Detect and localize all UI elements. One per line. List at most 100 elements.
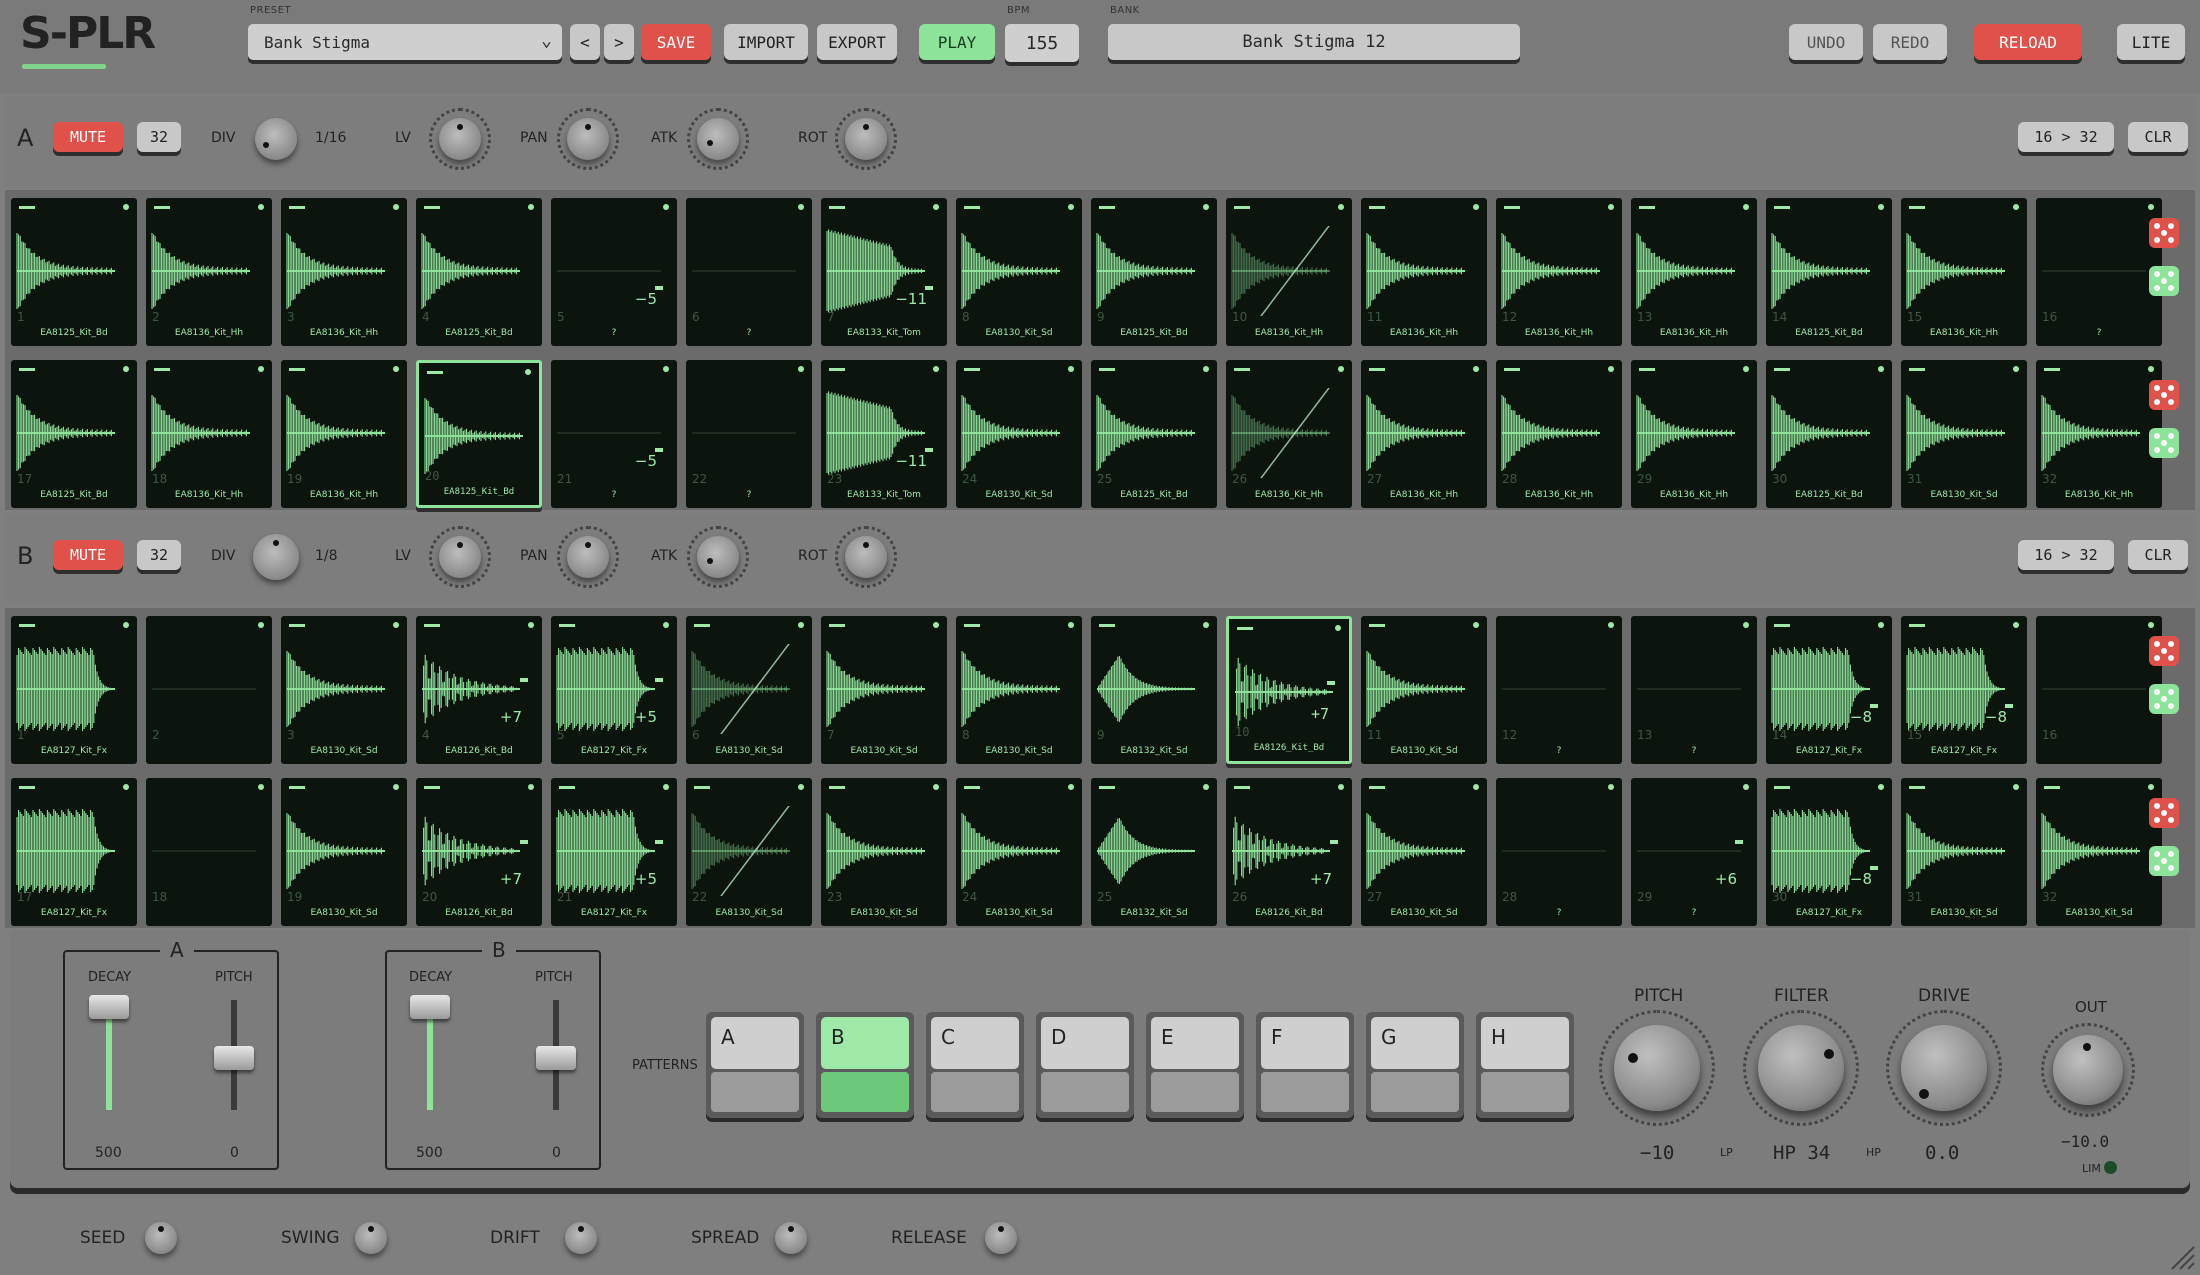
pattern-button-b[interactable]: B <box>816 1012 914 1118</box>
track-a-atk-knob[interactable] <box>697 118 739 160</box>
step-cell[interactable]: 4 EA8125_Kit_Bd <box>416 198 542 346</box>
step-cell[interactable]: 2 <box>146 616 272 764</box>
step-cell[interactable]: 10 +7 EA8126_Kit_Bd <box>1226 616 1352 764</box>
track-b-rot-knob[interactable] <box>845 536 887 578</box>
step-cell[interactable]: 13? <box>1631 616 1757 764</box>
step-cell[interactable]: 31 EA8130_Kit_Sd <box>1901 778 2027 926</box>
step-cell[interactable]: 7 EA8130_Kit_Sd <box>821 616 947 764</box>
step-cell[interactable]: 13 EA8136_Kit_Hh <box>1631 198 1757 346</box>
track-b-lv-knob[interactable] <box>439 536 481 578</box>
pattern-button-g[interactable]: G <box>1366 1012 1464 1118</box>
step-cell[interactable]: 27 EA8130_Kit_Sd <box>1361 778 1487 926</box>
track-b-clear-button[interactable]: CLR <box>2128 540 2188 570</box>
master-drive-knob[interactable] <box>1901 1025 1987 1111</box>
step-cell[interactable]: 4 +7 EA8126_Kit_Bd <box>416 616 542 764</box>
step-cell[interactable]: 19 EA8130_Kit_Sd <box>281 778 407 926</box>
step-cell[interactable]: 29 +6? <box>1631 778 1757 926</box>
play-button[interactable]: PLAY <box>919 24 995 60</box>
step-cell[interactable]: 20 +7 EA8126_Kit_Bd <box>416 778 542 926</box>
step-cell[interactable]: 24 EA8130_Kit_Sd <box>956 360 1082 508</box>
step-cell[interactable]: 20 EA8125_Kit_Bd <box>416 360 542 508</box>
pattern-button-h[interactable]: H <box>1476 1012 1574 1118</box>
step-cell[interactable]: 2 EA8136_Kit_Hh <box>146 198 272 346</box>
step-cell[interactable]: 32 EA8136_Kit_Hh <box>2036 360 2162 508</box>
step-cell[interactable]: 22? <box>686 360 812 508</box>
track-b-steps-button[interactable]: 32 <box>137 540 181 570</box>
step-cell[interactable]: 7 −11 EA8133_Kit_Tom <box>821 198 947 346</box>
track-a-pan-knob[interactable] <box>567 118 609 160</box>
export-button[interactable]: EXPORT <box>817 24 897 60</box>
track-a-lv-knob[interactable] <box>439 118 481 160</box>
master-pitch-knob[interactable] <box>1614 1025 1700 1111</box>
pattern-button-a[interactable]: A <box>706 1012 804 1118</box>
redo-button[interactable]: REDO <box>1873 24 1947 60</box>
next-preset-button[interactable]: > <box>604 24 634 60</box>
step-cell[interactable]: 21 −5? <box>551 360 677 508</box>
step-cell[interactable]: 30 EA8125_Kit_Bd <box>1766 360 1892 508</box>
step-cell[interactable]: 25 EA8132_Kit_Sd <box>1091 778 1217 926</box>
step-cell[interactable]: 29 EA8136_Kit_Hh <box>1631 360 1757 508</box>
seed-knob[interactable] <box>145 1222 177 1254</box>
randomize-die-icon[interactable] <box>2149 380 2179 410</box>
undo-button[interactable]: UNDO <box>1789 24 1863 60</box>
lite-button[interactable]: LITE <box>2117 24 2185 60</box>
randomize-die-icon[interactable] <box>2149 798 2179 828</box>
step-cell[interactable]: 31 EA8130_Kit_Sd <box>1901 360 2027 508</box>
step-cell[interactable]: 12? <box>1496 616 1622 764</box>
step-cell[interactable]: 30 −8 EA8127_Kit_Fx <box>1766 778 1892 926</box>
randomize-die-icon[interactable] <box>2149 218 2179 248</box>
envelope-a-decay-handle[interactable] <box>89 995 129 1019</box>
step-cell[interactable]: 15 EA8136_Kit_Hh <box>1901 198 2027 346</box>
swing-knob[interactable] <box>355 1222 387 1254</box>
randomize-soft-die-icon[interactable] <box>2149 266 2179 296</box>
pattern-button-f[interactable]: F <box>1256 1012 1354 1118</box>
resize-grip-icon[interactable] <box>2168 1243 2196 1271</box>
prev-preset-button[interactable]: < <box>570 24 600 60</box>
import-button[interactable]: IMPORT <box>724 24 808 60</box>
step-cell[interactable]: 8 EA8130_Kit_Sd <box>956 198 1082 346</box>
step-cell[interactable]: 12 EA8136_Kit_Hh <box>1496 198 1622 346</box>
preset-select[interactable]: Bank Stigma ⌄ <box>248 24 562 60</box>
pattern-button-c[interactable]: C <box>926 1012 1024 1118</box>
master-out-knob[interactable] <box>2053 1035 2123 1105</box>
step-cell[interactable]: 28? <box>1496 778 1622 926</box>
step-cell[interactable]: 11 EA8136_Kit_Hh <box>1361 198 1487 346</box>
reload-button[interactable]: RELOAD <box>1974 24 2082 60</box>
step-cell[interactable]: 3 EA8130_Kit_Sd <box>281 616 407 764</box>
save-button[interactable]: SAVE <box>641 24 711 60</box>
step-cell[interactable]: 1 EA8125_Kit_Bd <box>11 198 137 346</box>
step-cell[interactable]: 9 EA8125_Kit_Bd <box>1091 198 1217 346</box>
track-a-steps-button[interactable]: 32 <box>137 122 181 152</box>
track-b-expand-button[interactable]: 16 > 32 <box>2018 540 2114 570</box>
step-cell[interactable]: 1 EA8127_Kit_Fx <box>11 616 137 764</box>
step-cell[interactable]: 32 EA8130_Kit_Sd <box>2036 778 2162 926</box>
spread-knob[interactable] <box>775 1222 807 1254</box>
step-cell[interactable]: 18 EA8136_Kit_Hh <box>146 360 272 508</box>
step-cell[interactable]: 18 <box>146 778 272 926</box>
step-cell[interactable]: 24 EA8130_Kit_Sd <box>956 778 1082 926</box>
step-cell[interactable]: 9 EA8132_Kit_Sd <box>1091 616 1217 764</box>
bank-field[interactable]: Bank Stigma 12 <box>1108 24 1520 60</box>
step-cell[interactable]: 27 EA8136_Kit_Hh <box>1361 360 1487 508</box>
track-b-mute-button[interactable]: MUTE <box>53 540 123 570</box>
envelope-b-pitch-handle[interactable] <box>536 1046 576 1070</box>
randomize-die-icon[interactable] <box>2149 636 2179 666</box>
step-cell[interactable]: 16 <box>2036 616 2162 764</box>
step-cell[interactable]: 16? <box>2036 198 2162 346</box>
track-a-rot-knob[interactable] <box>845 118 887 160</box>
step-cell[interactable]: 28 EA8136_Kit_Hh <box>1496 360 1622 508</box>
step-cell[interactable]: 17 EA8127_Kit_Fx <box>11 778 137 926</box>
step-cell[interactable]: 6? <box>686 198 812 346</box>
step-cell[interactable]: 14 −8 EA8127_Kit_Fx <box>1766 616 1892 764</box>
randomize-soft-die-icon[interactable] <box>2149 428 2179 458</box>
step-cell[interactable]: 14 EA8125_Kit_Bd <box>1766 198 1892 346</box>
master-filter-knob[interactable] <box>1758 1025 1844 1111</box>
step-cell[interactable]: 10 EA8136_Kit_Hh <box>1226 198 1352 346</box>
step-cell[interactable]: 5 −5? <box>551 198 677 346</box>
step-cell[interactable]: 11 EA8130_Kit_Sd <box>1361 616 1487 764</box>
step-cell[interactable]: 3 EA8136_Kit_Hh <box>281 198 407 346</box>
step-cell[interactable]: 22 EA8130_Kit_Sd <box>686 778 812 926</box>
step-cell[interactable]: 25 EA8125_Kit_Bd <box>1091 360 1217 508</box>
drift-knob[interactable] <box>565 1222 597 1254</box>
track-b-pan-knob[interactable] <box>567 536 609 578</box>
